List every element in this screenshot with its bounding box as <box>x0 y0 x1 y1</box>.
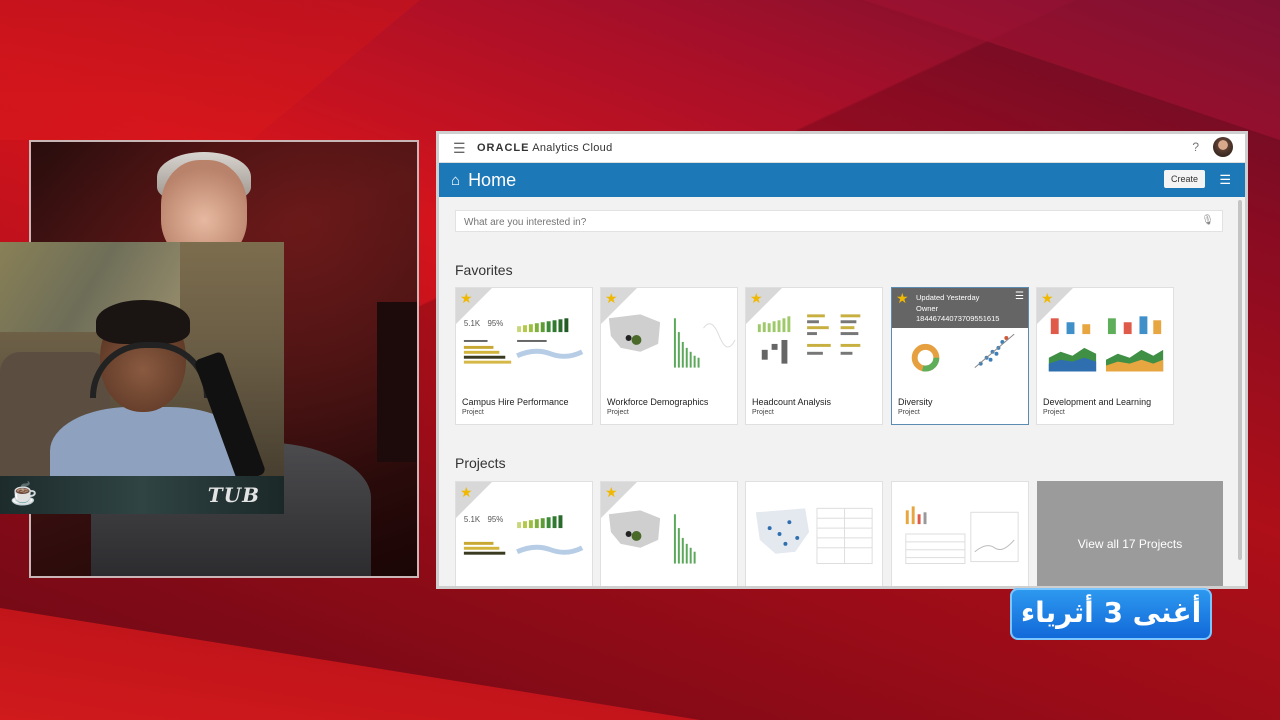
streamer-hair <box>96 300 190 344</box>
project-name: Diversity <box>898 397 933 407</box>
project-thumbnail <box>746 482 882 584</box>
project-thumbnail <box>892 482 1028 584</box>
caption-text: أغنى 3 أثرياء <box>1020 596 1202 629</box>
favorite-star-icon[interactable]: ★ <box>605 484 618 501</box>
project-type: Project <box>898 409 920 416</box>
background-shape <box>864 0 1280 140</box>
help-icon[interactable]: ? <box>1192 140 1199 154</box>
updated-label: Updated Yesterday <box>916 293 980 302</box>
project-type: Project <box>462 409 484 416</box>
favorite-star-icon[interactable]: ★ <box>460 290 473 307</box>
webcam-banner: ☕ TUB <box>0 476 284 514</box>
project-card[interactable]: Updated Yesterday Owner 1844674407370955… <box>891 287 1029 425</box>
brand: ORACLE Analytics Cloud <box>477 142 613 154</box>
webcam-inset-feed: ☕ TUB <box>0 242 284 514</box>
project-card[interactable]: ★ <box>600 481 738 586</box>
project-card[interactable] <box>745 481 883 586</box>
home-icon[interactable]: ⌂ <box>451 172 460 189</box>
view-all-projects-tile[interactable]: View all 17 Projects <box>1037 481 1223 586</box>
project-card[interactable]: 5.1K 95% ★ <box>455 481 593 586</box>
project-card[interactable]: 5.1K 95% ★ Campus Hire Performance Proje… <box>455 287 593 425</box>
favorite-star-icon[interactable]: ★ <box>750 290 763 307</box>
brand-product: Analytics Cloud <box>532 142 613 154</box>
page-title: Home <box>468 169 517 190</box>
search-input[interactable] <box>456 211 1186 233</box>
favorite-star-icon[interactable]: ★ <box>605 290 618 307</box>
scrollbar[interactable] <box>1238 200 1242 560</box>
projects-heading: Projects <box>455 455 506 471</box>
list-menu-icon[interactable]: ☰ <box>1219 172 1231 188</box>
hamburger-menu-icon[interactable]: ☰ <box>453 141 467 155</box>
home-header: ⌂ Home Create ☰ <box>439 163 1245 197</box>
project-card[interactable]: ★ Development and Learning Project <box>1036 287 1174 425</box>
favorites-heading: Favorites <box>455 262 513 278</box>
top-bar: ☰ ORACLE Analytics Cloud ? <box>439 134 1245 163</box>
background-shape <box>0 0 420 140</box>
project-name: Campus Hire Performance <box>462 397 569 407</box>
project-card[interactable] <box>891 481 1029 586</box>
favorite-star-icon[interactable]: ★ <box>1041 290 1054 307</box>
channel-logo-icon: ☕ <box>10 481 38 506</box>
project-card[interactable]: ★ Workforce Demographics Project <box>600 287 738 425</box>
brand-oracle: ORACLE <box>477 142 530 154</box>
view-all-label: View all 17 Projects <box>1077 537 1183 551</box>
project-name: Workforce Demographics <box>607 397 709 407</box>
owner-id: 18446744073709551615 <box>916 314 1000 323</box>
project-name: Headcount Analysis <box>752 397 832 407</box>
hover-details: Updated Yesterday Owner 1844674407370955… <box>892 288 1028 328</box>
create-button[interactable]: Create <box>1163 170 1205 188</box>
project-type: Project <box>752 409 774 416</box>
project-type: Project <box>1043 409 1065 416</box>
owner-label: Owner <box>916 304 939 313</box>
webcam-shelf <box>377 302 417 462</box>
project-name: Development and Learning <box>1043 397 1152 407</box>
favorite-star-icon[interactable]: ★ <box>460 484 473 501</box>
project-card[interactable]: ★ Headcount Analysis Project <box>745 287 883 425</box>
user-avatar[interactable] <box>1213 137 1233 157</box>
search-bar: 🎙 <box>455 210 1223 233</box>
project-type: Project <box>607 409 629 416</box>
favorite-star-icon[interactable]: ★ <box>896 290 909 307</box>
microphone-icon[interactable]: 🎙 <box>1201 215 1214 226</box>
card-menu-icon[interactable]: ☰ <box>1015 291 1024 302</box>
channel-tag: TUB <box>207 483 260 507</box>
analytics-window: ☰ ORACLE Analytics Cloud ? ⌂ Home Create… <box>436 131 1248 589</box>
caption-banner: أغنى 3 أثرياء <box>1010 588 1212 640</box>
